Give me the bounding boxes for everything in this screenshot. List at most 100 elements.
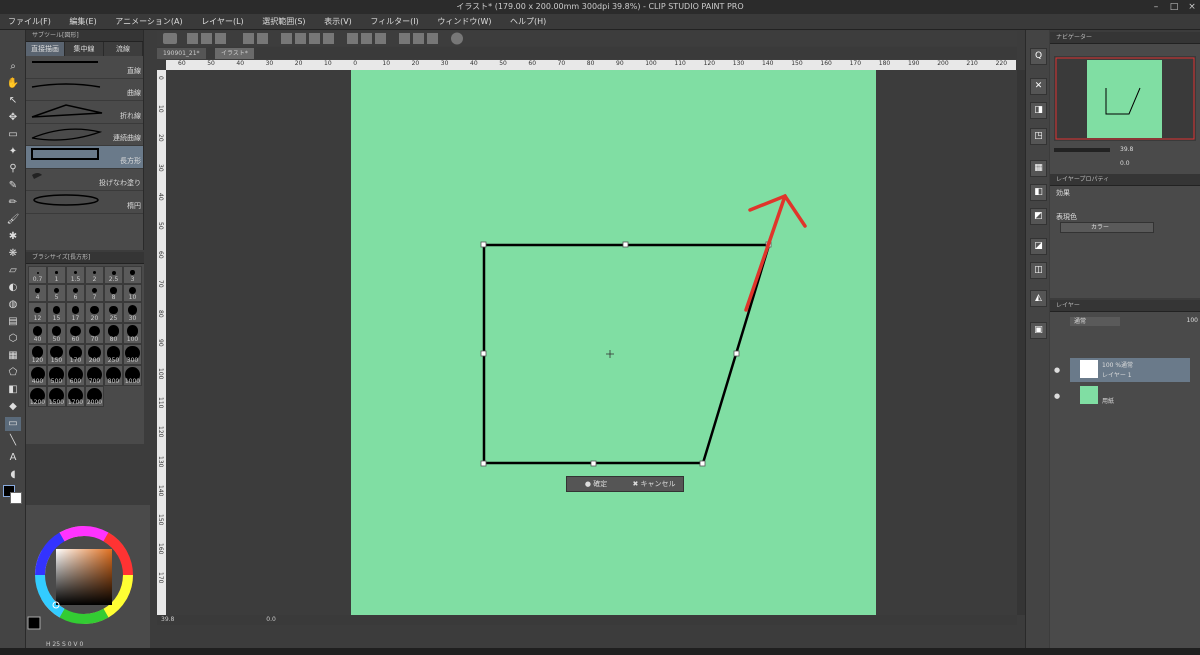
brush-size-cell[interactable]: 2000: [85, 386, 104, 407]
brush-size-cell[interactable]: 250: [104, 344, 123, 365]
eraser-tool-icon[interactable]: ▱: [5, 264, 21, 278]
auto-select-tool-icon[interactable]: ✦: [5, 145, 21, 159]
expression-color-dropdown[interactable]: カラー: [1060, 222, 1154, 233]
eye-icon[interactable]: ●: [1054, 392, 1060, 400]
brush-size-cell[interactable]: 15: [47, 302, 66, 323]
tab-direct-draw[interactable]: 直接描画: [26, 42, 65, 56]
zoom-tool-icon[interactable]: ⌕: [5, 60, 21, 74]
brush-size-cell[interactable]: 120: [28, 344, 47, 365]
brush-size-cell[interactable]: 12: [28, 302, 47, 323]
paper-canvas[interactable]: [351, 70, 876, 615]
brush-size-cell[interactable]: 600: [66, 365, 85, 386]
menu-edit[interactable]: 編集(E): [61, 14, 104, 30]
gradient-tool-icon[interactable]: ▤: [5, 315, 21, 329]
brush-size-cell[interactable]: 1500: [47, 386, 66, 407]
figure-tool-icon[interactable]: ⬡: [5, 332, 21, 346]
menu-help[interactable]: ヘルプ(H): [502, 14, 554, 30]
brush-size-cell[interactable]: 300: [123, 344, 142, 365]
subtool-item-rectangle[interactable]: 長方形: [26, 146, 143, 169]
menu-window[interactable]: ウィンドウ(W): [429, 14, 499, 30]
brush-size-cell[interactable]: 800: [104, 365, 123, 386]
balloon-tool-icon[interactable]: ◖: [5, 468, 21, 482]
checker-icon[interactable]: ▦: [1030, 160, 1047, 177]
brush-size-cell[interactable]: 10: [123, 284, 142, 302]
vertical-scrollbar[interactable]: [1017, 70, 1025, 615]
brush-size-cell[interactable]: 7: [85, 284, 104, 302]
info-icon[interactable]: ◭: [1030, 290, 1047, 307]
tab-focus-lines[interactable]: 集中線: [65, 42, 104, 56]
brush-size-cell[interactable]: 20: [85, 302, 104, 323]
subtool-item-lasso-fill[interactable]: 投げなわ塗り: [26, 169, 143, 191]
tab-document-2[interactable]: イラスト*: [215, 48, 254, 59]
color-fill-icon[interactable]: ◆: [5, 400, 21, 414]
brush-size-cell[interactable]: 25: [104, 302, 123, 323]
brush-size-cell[interactable]: 50: [47, 323, 66, 344]
brush-size-cell[interactable]: 500: [47, 365, 66, 386]
text-tool-icon[interactable]: A: [5, 451, 21, 465]
subtool-item-polyline[interactable]: 折れ線: [26, 101, 143, 124]
animation-icon[interactable]: ◫: [1030, 262, 1047, 279]
navigator-zoom[interactable]: 39.8: [1120, 146, 1133, 153]
brush-size-cell[interactable]: 700: [85, 365, 104, 386]
brush-size-cell[interactable]: 6: [66, 284, 85, 302]
layer-search-icon[interactable]: ◨: [1030, 102, 1047, 119]
brush-size-cell[interactable]: 170: [66, 344, 85, 365]
item-bank-icon[interactable]: ▣: [1030, 322, 1047, 339]
navigator-icon[interactable]: ◳: [1030, 128, 1047, 145]
menu-animation[interactable]: アニメーション(A): [107, 14, 190, 30]
sub-view-icon[interactable]: ◩: [1030, 208, 1047, 225]
menu-selection[interactable]: 選択範囲(S): [254, 14, 313, 30]
brush-size-cell[interactable]: 150: [47, 344, 66, 365]
brush-size-cell[interactable]: 2.5: [104, 266, 123, 284]
brush-size-cell[interactable]: 0.7: [28, 266, 47, 284]
navigator-preview[interactable]: [1054, 56, 1196, 141]
brush-size-cell[interactable]: 1200: [28, 386, 47, 407]
move-layer-tool-icon[interactable]: ✥: [5, 111, 21, 125]
layer-row-paper[interactable]: 用紙: [1070, 384, 1190, 408]
brush-size-cell[interactable]: 200: [85, 344, 104, 365]
search-icon[interactable]: Q: [1030, 48, 1047, 65]
frame-tool-icon[interactable]: ▦: [5, 349, 21, 363]
navigator-rotation[interactable]: 0.0: [1120, 160, 1130, 167]
ruler-tool-icon[interactable]: ⬠: [5, 366, 21, 380]
menu-layer[interactable]: レイヤー(L): [193, 14, 251, 30]
brush-size-cell[interactable]: 1: [47, 266, 66, 284]
menu-filter[interactable]: フィルター(I): [362, 14, 426, 30]
fill-tool-icon[interactable]: ◍: [5, 298, 21, 312]
selection-tool-icon[interactable]: ▭: [5, 128, 21, 142]
subtool-item-curve[interactable]: 曲線: [26, 79, 143, 101]
subtool-item-continuous-curve[interactable]: 連続曲線: [26, 124, 143, 146]
tab-document-1[interactable]: 190901_21*: [157, 48, 206, 59]
layer-property-icon[interactable]: ◧: [1030, 184, 1047, 201]
blend-mode-dropdown[interactable]: 通常: [1070, 317, 1120, 326]
brush-size-cell[interactable]: 1700: [66, 386, 85, 407]
brush-size-cell[interactable]: 1.5: [66, 266, 85, 284]
brush-tool-icon[interactable]: 🖌: [5, 213, 21, 227]
eyedropper-tool-icon[interactable]: ⚲: [5, 162, 21, 176]
brush-size-cell[interactable]: 400: [28, 365, 47, 386]
gradient-map-icon[interactable]: ◧: [5, 383, 21, 397]
subtool-item-straight-line[interactable]: 直線: [26, 56, 143, 79]
status-zoom[interactable]: 39.8: [161, 616, 174, 623]
brush-size-cell[interactable]: 100: [123, 323, 142, 344]
rectangle-tool-icon[interactable]: ▭: [5, 417, 21, 431]
confirm-button[interactable]: ● 確定: [567, 477, 625, 491]
history-icon[interactable]: ◪: [1030, 238, 1047, 255]
minimize-icon[interactable]: –: [1148, 0, 1164, 14]
brush-size-cell[interactable]: 60: [66, 323, 85, 344]
brush-size-cell[interactable]: 1000: [123, 365, 142, 386]
brush-size-cell[interactable]: 5: [47, 284, 66, 302]
layer-row-layer1[interactable]: 100 %通常 レイヤー 1: [1070, 358, 1190, 382]
menu-view[interactable]: 表示(V): [316, 14, 360, 30]
brush-size-cell[interactable]: 17: [66, 302, 85, 323]
opacity-value[interactable]: 100: [1187, 317, 1198, 324]
pen-tool-icon[interactable]: ✎: [5, 179, 21, 193]
decoration-tool-icon[interactable]: ❋: [5, 247, 21, 261]
brush-size-cell[interactable]: 8: [104, 284, 123, 302]
tab-speed-lines[interactable]: 流線: [104, 42, 143, 56]
eye-icon[interactable]: ●: [1054, 366, 1060, 374]
operation-tool-icon[interactable]: ↖: [5, 94, 21, 108]
brush-size-cell[interactable]: 30: [123, 302, 142, 323]
blend-tool-icon[interactable]: ◐: [5, 281, 21, 295]
status-rotation[interactable]: 0.0: [266, 616, 276, 623]
